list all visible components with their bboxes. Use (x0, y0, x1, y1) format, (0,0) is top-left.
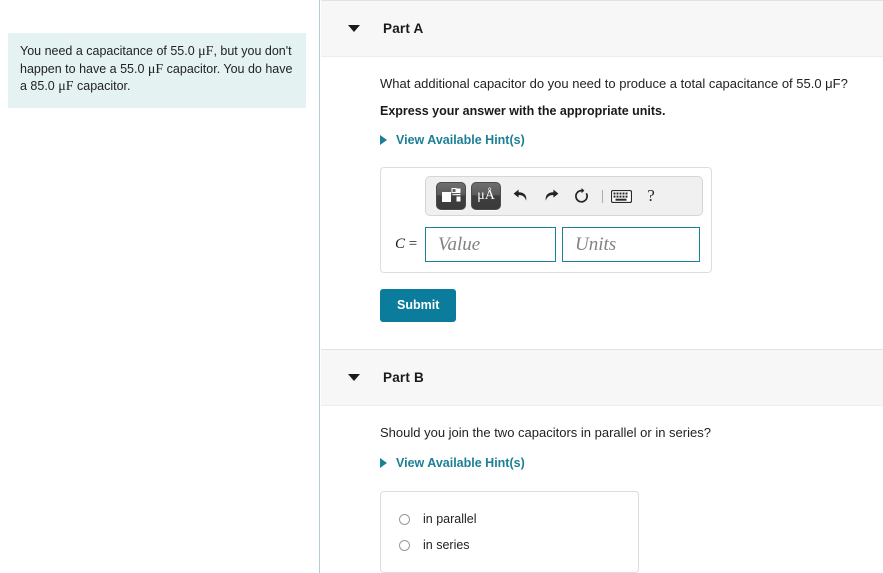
option-in-parallel-label: in parallel (423, 512, 477, 526)
intro-unit-1: μF (198, 44, 214, 59)
part-b-header[interactable]: Part B (321, 349, 883, 406)
intro-segment-4: capacitor. (73, 79, 131, 93)
left-panel: You need a capacitance of 55.0 μF, but y… (0, 0, 320, 573)
part-a-submit-button[interactable]: Submit (380, 289, 457, 322)
option-in-parallel[interactable]: in parallel (381, 506, 638, 532)
chevron-right-icon (380, 458, 387, 468)
help-question-mark-label: ? (647, 186, 655, 205)
part-b-hint-label: View Available Hint(s) (396, 456, 525, 470)
units-input-placeholder: Units (575, 233, 617, 255)
problem-intro-text: You need a capacitance of 55.0 μF, but y… (8, 33, 306, 108)
variable-label: C = (389, 236, 425, 253)
part-b-body: Should you join the two capacitors in pa… (321, 424, 883, 573)
value-input-placeholder: Value (438, 233, 481, 255)
keyboard-icon (610, 189, 632, 203)
part-a-question: What additional capacitor do you need to… (380, 75, 883, 92)
units-button-label: μÅ (477, 188, 495, 203)
part-a-title: Part A (383, 21, 424, 36)
part-a-body: What additional capacitor do you need to… (321, 75, 883, 322)
fraction-template-icon (441, 187, 460, 202)
undo-button[interactable] (506, 183, 536, 209)
radio-button-icon[interactable] (399, 513, 410, 525)
radio-button-icon[interactable] (399, 539, 410, 551)
part-a-instruction: Express your answer with the appropriate… (380, 104, 666, 118)
variable-symbol: C (395, 236, 406, 252)
part-a-question-text: What additional capacitor do you need to… (380, 76, 848, 91)
redo-button[interactable] (536, 183, 566, 209)
reset-button[interactable] (566, 183, 596, 209)
problem-page: You need a capacitance of 55.0 μF, but y… (0, 0, 883, 573)
toolbar-separator (602, 189, 603, 203)
part-b-question: Should you join the two capacitors in pa… (380, 425, 711, 440)
reset-circular-arrow-icon (574, 187, 588, 203)
part-a-hint-toggle[interactable]: View Available Hint(s) (380, 133, 525, 147)
redo-icon (545, 189, 559, 201)
math-toolbar: μÅ ? (425, 176, 703, 216)
chevron-down-icon[interactable] (348, 374, 360, 381)
value-input[interactable]: Value (425, 227, 556, 262)
undo-icon (513, 189, 527, 201)
answer-input-row: C = Value Units (389, 227, 703, 262)
part-b-options-group: in parallel in series (380, 491, 639, 573)
equals-symbol: = (408, 236, 418, 252)
help-button[interactable]: ? (636, 183, 666, 209)
right-panel: Part A What additional capacitor do you … (321, 0, 883, 573)
keyboard-button[interactable] (606, 183, 636, 209)
part-a-answer-box: μÅ ? C = Value Units (380, 167, 712, 273)
part-a-hint-label: View Available Hint(s) (396, 133, 525, 147)
part-b-hint-toggle[interactable]: View Available Hint(s) (380, 456, 525, 470)
option-in-series-label: in series (423, 538, 470, 552)
intro-unit-3: μF (58, 79, 74, 94)
intro-segment-1: You need a capacitance of 55.0 (20, 44, 199, 58)
fraction-template-button[interactable] (436, 182, 466, 210)
option-in-series[interactable]: in series (381, 532, 638, 558)
units-button[interactable]: μÅ (471, 182, 501, 210)
chevron-down-icon[interactable] (348, 25, 360, 32)
part-a-header[interactable]: Part A (321, 0, 883, 57)
part-b-title: Part B (383, 370, 424, 385)
intro-unit-2: μF (147, 61, 164, 77)
units-input[interactable]: Units (562, 227, 700, 262)
chevron-right-icon (380, 135, 387, 145)
